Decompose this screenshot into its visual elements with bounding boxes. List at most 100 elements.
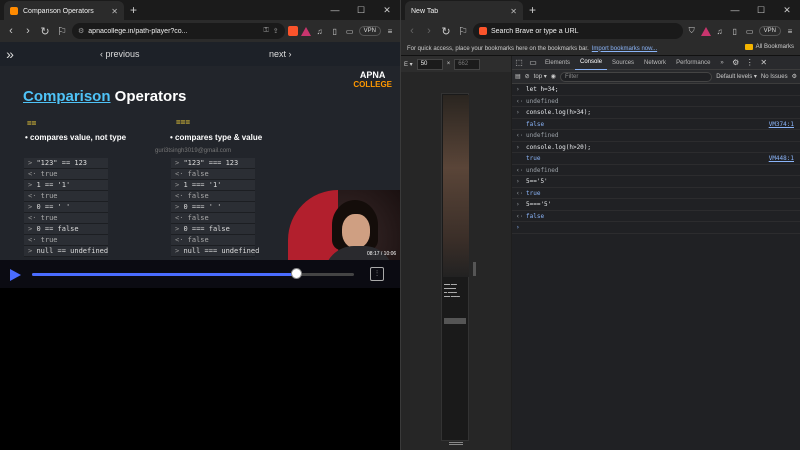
issues-button[interactable]: No Issues	[761, 74, 788, 80]
left-address-bar-row: ‹ › ↻ ⚐ ⚙ apnacollege.in/path-player?co.…	[0, 20, 400, 42]
source-link[interactable]: VM448:1	[769, 153, 794, 165]
key-icon[interactable]: ⚿	[263, 27, 268, 35]
forward-icon[interactable]: ›	[422, 25, 436, 37]
console-prompt[interactable]: ›	[512, 222, 800, 234]
video-slide[interactable]: Comparison Operators APNA COLLEGE == ===…	[0, 66, 400, 260]
wallet-icon[interactable]: ▭	[744, 27, 756, 36]
minimize-icon[interactable]: —	[322, 0, 348, 20]
close-tab-icon[interactable]: ✕	[510, 7, 517, 16]
menu-icon[interactable]: ≡	[784, 27, 796, 36]
tab-console[interactable]: Console	[575, 55, 608, 70]
tab-network[interactable]: Network	[639, 56, 671, 70]
sidebar-icon[interactable]: ▯	[329, 27, 341, 36]
vpn-button[interactable]: VPN	[358, 26, 381, 36]
brave-rewards-icon[interactable]	[300, 26, 311, 36]
device-select[interactable]: E ▾	[404, 61, 413, 68]
resize-handle-right[interactable]	[473, 262, 476, 276]
bookmark-icon[interactable]: ⚐	[55, 25, 69, 38]
play-icon[interactable]	[10, 269, 21, 281]
op-double-equals: ==	[27, 119, 37, 128]
sidebar-icon[interactable]: ▯	[729, 27, 741, 36]
line-code: 0 === ' '	[183, 203, 222, 211]
filter-input[interactable]: Filter	[559, 71, 713, 82]
maximize-icon[interactable]: ☐	[748, 0, 774, 20]
settings-gear-icon[interactable]: ⚙	[729, 56, 743, 70]
emulated-viewport[interactable]: ▬▬ ▬▬ ▬▬▬▬ ▬ ▬▬▬ ▬▬ ▬▬▬	[441, 93, 469, 441]
new-tab-button[interactable]: +	[529, 3, 536, 17]
close-devtools-icon[interactable]: ✕	[757, 56, 771, 70]
tab-comparison-operators[interactable]: Comparison Operators ✕	[4, 1, 124, 21]
entry-text: let h=34;	[526, 86, 559, 93]
bookmark-icon[interactable]: ⚐	[456, 25, 470, 38]
line-code: false	[187, 192, 209, 200]
reload-icon[interactable]: ↻	[439, 25, 453, 38]
entry-marker-icon: ›	[516, 224, 520, 231]
site-info-icon[interactable]: ⚙	[78, 27, 84, 35]
minimize-icon[interactable]: —	[722, 0, 748, 20]
left-tab-bar: Comparison Operators ✕ + — ☐ ✕	[0, 0, 400, 21]
seek-bar[interactable]	[32, 273, 354, 276]
entry-text: 5==='5'	[526, 201, 552, 208]
device-toggle-icon[interactable]: ▭	[526, 56, 540, 70]
tab-performance[interactable]: Performance	[671, 56, 715, 70]
console-entry: › 5==='5'	[512, 199, 800, 211]
menu-icon[interactable]: ≡	[384, 27, 396, 36]
url-bar[interactable]: ⚙ apnacollege.in/path-player?co... ⚿ ⇪	[72, 23, 285, 39]
eye-icon[interactable]: ◉	[551, 73, 556, 80]
entry-text: false	[526, 120, 545, 128]
tab-sources[interactable]: Sources	[607, 56, 639, 70]
close-window-icon[interactable]: ✕	[774, 0, 800, 20]
levels-select[interactable]: Default levels ▾	[716, 73, 757, 80]
source-link[interactable]: VM374:1	[769, 119, 794, 131]
omnibox[interactable]: Search Brave or type a URL	[473, 23, 683, 39]
brave-shields-icon[interactable]: ⛉	[686, 26, 698, 36]
next-button[interactable]: next ›	[269, 49, 292, 59]
height-input[interactable]: 662	[454, 58, 481, 70]
more-tabs-button[interactable]: »	[715, 56, 728, 70]
sidebar-toggle-icon[interactable]: ▤	[515, 73, 521, 80]
back-icon[interactable]: ‹	[4, 25, 18, 37]
bullet-strict-equality: • compares type & value	[170, 133, 263, 142]
inspect-icon[interactable]: ⬚	[512, 56, 526, 70]
console-box-line: > 1 == '1'	[24, 180, 108, 191]
wallet-icon[interactable]: ▭	[344, 27, 356, 36]
expand-sidebar-icon[interactable]: »	[0, 46, 20, 62]
slide-title: Comparison Operators	[23, 88, 186, 105]
back-icon[interactable]: ‹	[405, 25, 419, 37]
close-window-icon[interactable]: ✕	[374, 0, 400, 20]
media-icon[interactable]: ♫	[314, 27, 326, 36]
left-browser-window: Comparison Operators ✕ + — ☐ ✕ ‹ › ↻ ⚐ ⚙…	[0, 0, 400, 450]
console-box-line: <· true	[24, 213, 108, 224]
seek-handle[interactable]	[291, 268, 303, 279]
previous-button[interactable]: ‹ previous	[100, 49, 140, 59]
resize-handle-bottom[interactable]	[449, 442, 463, 445]
import-bookmarks-link[interactable]: Import bookmarks now...	[592, 46, 657, 52]
more-options-icon[interactable]: ⋮	[743, 56, 757, 70]
reload-icon[interactable]: ↻	[38, 25, 52, 38]
console-box-line: <· true	[24, 235, 108, 246]
console-settings-icon[interactable]: ⚙	[792, 73, 797, 80]
context-select[interactable]: top ▾	[534, 73, 547, 80]
line-code: true	[40, 192, 58, 200]
settings-sliders-icon[interactable]: ⫶	[370, 267, 384, 281]
width-input[interactable]: 50	[416, 58, 443, 70]
brave-rewards-icon[interactable]	[700, 26, 711, 36]
entry-marker-icon: ‹·	[516, 212, 524, 220]
forward-icon[interactable]: ›	[21, 25, 35, 37]
emulation-toolbar: E ▾ 50 × 662	[401, 56, 511, 72]
entry-text: console.log(h>20);	[526, 143, 592, 151]
tab-new-tab[interactable]: New Tab ✕	[405, 1, 523, 21]
brave-shields-icon[interactable]	[287, 26, 298, 36]
close-tab-icon[interactable]: ✕	[111, 7, 118, 16]
clear-console-icon[interactable]: ⊘	[525, 73, 530, 80]
new-tab-button[interactable]: +	[130, 3, 137, 17]
console-entry: false VM374:1	[512, 119, 800, 131]
console-box-line: <· false	[171, 213, 255, 224]
tab-elements[interactable]: Elements	[540, 56, 575, 70]
vpn-button[interactable]: VPN	[758, 26, 781, 36]
share-icon[interactable]: ⇪	[273, 27, 279, 35]
site-favicon-icon	[10, 7, 18, 15]
all-bookmarks-button[interactable]: All Bookmarks	[744, 44, 794, 50]
media-icon[interactable]: ♫	[714, 27, 726, 36]
maximize-icon[interactable]: ☐	[348, 0, 374, 20]
